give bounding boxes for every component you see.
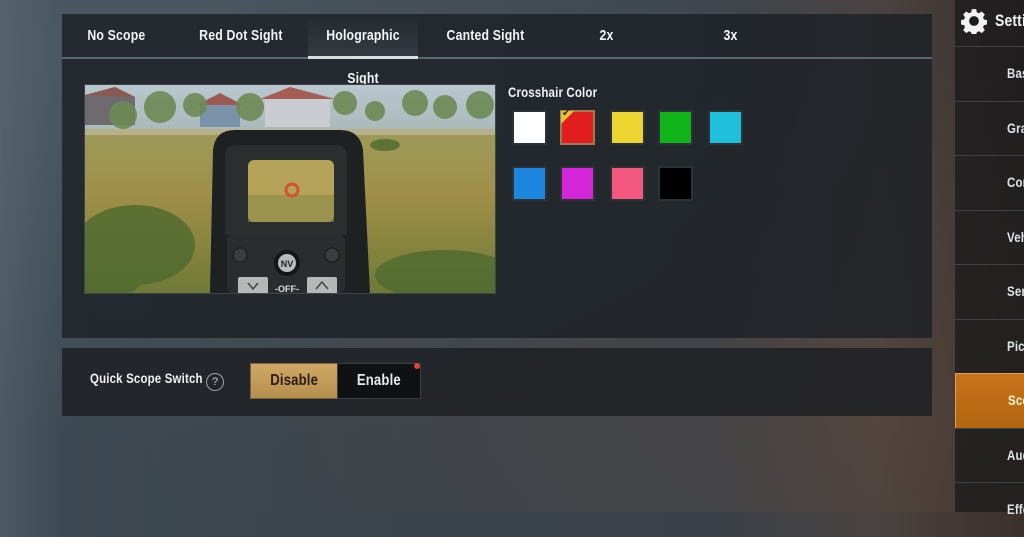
checkmark-icon: ✔ [562, 108, 571, 119]
sidebar-item-label: Audio [1007, 446, 1024, 463]
tab-red-dot-sight[interactable]: Red Dot Sight [182, 14, 300, 57]
sidebar-item-label: Scope [1008, 392, 1024, 408]
tab-label: Red Dot Sight [199, 27, 283, 44]
crosshair-color-title: Crosshair Color [508, 84, 617, 100]
sidebar-title: Settings [995, 11, 1024, 30]
color-swatch-yellow[interactable] [610, 110, 645, 145]
color-swatch-pink[interactable] [610, 166, 645, 201]
scope-preview-scene: NV -OFF- [85, 85, 495, 293]
tab-label: 2x [599, 27, 615, 44]
sidebar-item-label: Controls [1007, 174, 1024, 190]
sidebar-item-pickup[interactable]: Pickup [955, 318, 1024, 374]
sidebar-item-label: Pickup [1007, 337, 1024, 354]
sidebar-item-label: Basic [1007, 65, 1024, 81]
tab-no-scope[interactable]: No Scope [66, 14, 166, 57]
color-swatch-magenta[interactable] [560, 166, 595, 201]
tab-3x[interactable]: 3x [706, 14, 756, 57]
sidebar-item-effects[interactable]: Effects [955, 482, 1024, 537]
crosshair-color-title-text: Crosshair Color [508, 84, 598, 100]
sidebar-item-vehicle[interactable]: Vehicle [955, 209, 1024, 265]
sidebar-item-graphics[interactable]: Graphics [955, 100, 1024, 156]
help-icon[interactable]: ? [206, 373, 224, 391]
tab-canted-sight[interactable]: Canted Sight [432, 14, 538, 57]
scope-tabs: No Scope Red Dot Sight Holographic Sight… [62, 14, 932, 87]
nv-button-label: NV [281, 259, 294, 269]
enable-label: Enable [356, 372, 401, 389]
sidebar-item-label: Sensitivity [1007, 283, 1024, 299]
scope-preview-image: NV -OFF- [84, 84, 496, 294]
color-swatch-black[interactable] [658, 166, 693, 201]
sidebar-header: Settings [955, 0, 1024, 44]
color-swatch-cyan[interactable] [708, 110, 743, 145]
sidebar-item-audio[interactable]: Audio [955, 427, 1024, 483]
sidebar-item-controls[interactable]: Controls [955, 155, 1024, 210]
quick-scope-label-text: Quick Scope Switch [90, 370, 203, 386]
color-swatch-red[interactable]: ✔ [560, 108, 595, 145]
color-swatch-blue[interactable] [512, 166, 547, 201]
gear-icon [961, 9, 987, 34]
notification-dot [414, 363, 420, 369]
sidebar-item-label: Graphics [1007, 119, 1024, 136]
sidebar-item-scope[interactable]: Scope [955, 373, 1024, 429]
settings-sidebar: Settings Basic Graphics Controls Vehicle Sen… [955, 0, 1024, 517]
quick-scope-panel: Quick Scope Switch ? Disable Enable [62, 348, 932, 416]
tab-label: 3x [723, 27, 739, 44]
enable-button[interactable]: Enable [337, 363, 421, 399]
color-swatch-white[interactable] [512, 110, 547, 145]
scope-settings-panel: No Scope Red Dot Sight Holographic Sight… [62, 14, 932, 338]
color-swatch-green[interactable] [658, 110, 693, 145]
off-label: -OFF- [275, 284, 299, 293]
tab-holographic-sight[interactable]: Holographic Sight [308, 14, 418, 87]
disable-button[interactable]: Disable [250, 363, 338, 399]
sidebar-item-label: Effects [1007, 501, 1024, 517]
sidebar-item-label: Vehicle [1007, 228, 1024, 245]
disable-label: Disable [270, 372, 318, 389]
tab-label: No Scope [86, 27, 146, 44]
tab-2x[interactable]: 2x [582, 14, 632, 57]
sidebar-item-sensitivity[interactable]: Sensitivity [955, 264, 1024, 319]
sidebar-item-basic[interactable]: Basic [955, 46, 1024, 101]
tab-label: Canted Sight [446, 27, 524, 44]
